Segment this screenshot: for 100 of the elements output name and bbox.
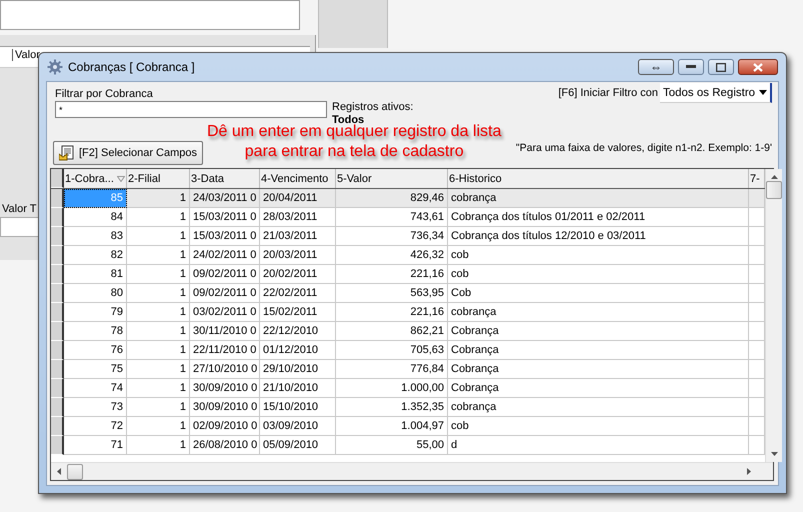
- vertical-scrollbar[interactable]: [765, 169, 782, 462]
- table-cell: 21/03/2011: [260, 227, 336, 246]
- table-cell: 29/10/2010: [260, 360, 336, 379]
- table-cell: 221,16: [336, 265, 448, 284]
- close-button[interactable]: [738, 59, 778, 75]
- table-row[interactable]: 76 1 22/11/2010 0 01/12/2010 705,63 Cobrança: [51, 341, 765, 360]
- filter-field[interactable]: *: [55, 101, 327, 118]
- table-cell: 1: [127, 436, 190, 455]
- table-cell: 1: [127, 265, 190, 284]
- table-cell: Cobrança dos títulos 12/2010 e 03/2011: [448, 227, 749, 246]
- field-label: Valor T: [2, 203, 36, 215]
- table-cell: 1: [127, 379, 190, 398]
- select-fields-button[interactable]: [F2] Selecionar Campos: [53, 141, 203, 165]
- table-cell: Cobrança: [448, 322, 749, 341]
- table-cell: 776,84: [336, 360, 448, 379]
- window-title: Cobranças [ Cobranca ]: [68, 60, 195, 74]
- table-cell: 74: [64, 379, 127, 398]
- table-cell: 55,00: [336, 436, 448, 455]
- filter-label: Filtrar por Cobranca: [55, 88, 153, 100]
- table-row[interactable]: 83 1 15/03/2011 0 21/03/2011 736,34 Cobrança dos títulos 12/2010 e 03/2011: [51, 227, 765, 246]
- column-header[interactable]: 2-Filial: [127, 169, 190, 188]
- row-header: [51, 360, 64, 379]
- table-cell: 15/03/2011 0: [190, 227, 260, 246]
- table-cell: 15/02/2011: [260, 303, 336, 322]
- table-cell: 85: [64, 189, 127, 208]
- table-row[interactable]: 73 1 30/09/2010 0 15/10/2010 1.352,35 cobrança: [51, 398, 765, 417]
- column-header[interactable]: 3-Data: [190, 169, 260, 188]
- annotation-text: para entrar na tela de cadastro: [244, 142, 465, 162]
- table-cell: 736,34: [336, 227, 448, 246]
- filter-dropdown[interactable]: Todos os Registro: [660, 83, 772, 103]
- table-cell: Cobrança: [448, 341, 749, 360]
- row-header: [51, 246, 64, 265]
- resize-button[interactable]: ⇔: [638, 59, 674, 75]
- table-row[interactable]: 81 1 09/02/2011 0 20/02/2011 221,16 cob: [51, 265, 765, 284]
- table-cell: 21/10/2010: [260, 379, 336, 398]
- table-row[interactable]: 85 1 24/03/2011 0 20/04/2011 829,46 cobrança: [51, 189, 765, 208]
- row-header: [51, 227, 64, 246]
- table-row[interactable]: 75 1 27/10/2010 0 29/10/2010 776,84 Cobrança: [51, 360, 765, 379]
- filter-hint: "Para uma faixa de valores, digite n1-n2. Exemplo: 1-9': [516, 142, 772, 154]
- table-cell: 15/03/2011 0: [190, 208, 260, 227]
- table-cell: 28/03/2011: [260, 208, 336, 227]
- table-cell: 76: [64, 341, 127, 360]
- table-cell: 829,46: [336, 189, 448, 208]
- scroll-thumb[interactable]: [766, 181, 782, 199]
- table-row[interactable]: 79 1 03/02/2011 0 15/02/2011 221,16 cobrança: [51, 303, 765, 322]
- table-cell: 15/10/2010: [260, 398, 336, 417]
- table-cell: 1: [127, 341, 190, 360]
- row-header: [51, 303, 64, 322]
- row-header: [51, 379, 64, 398]
- row-header: [51, 265, 64, 284]
- scroll-down-icon: [770, 452, 778, 456]
- annotation-text: Dê um enter em qualquer registro da lista: [207, 123, 502, 142]
- scroll-right-icon: [747, 468, 751, 475]
- scroll-thumb[interactable]: [67, 464, 83, 480]
- close-icon: [753, 62, 763, 72]
- table-cell: 82: [64, 246, 127, 265]
- panel-background: [318, 0, 388, 48]
- table-cell: 1.000,00: [336, 379, 448, 398]
- table-cell: 1: [127, 417, 190, 436]
- table-cell: 1: [127, 246, 190, 265]
- table-row[interactable]: 84 1 15/03/2011 0 28/03/2011 743,61 Cobrança dos títulos 01/2011 e 02/2011: [51, 208, 765, 227]
- table-cell: 1: [127, 360, 190, 379]
- column-header[interactable]: 5-Valor: [336, 169, 448, 188]
- table-cell: 1.004,97: [336, 417, 448, 436]
- row-header: [51, 208, 64, 227]
- table-cell: 78: [64, 322, 127, 341]
- table-cell: 01/12/2010: [260, 341, 336, 360]
- table-cell: 72: [64, 417, 127, 436]
- table-cell: 1: [127, 208, 190, 227]
- table-row[interactable]: 78 1 30/11/2010 0 22/12/2010 862,21 Cobrança: [51, 322, 765, 341]
- table-cell: 862,21: [336, 322, 448, 341]
- table-row[interactable]: 72 1 02/09/2010 0 03/09/2010 1.004,97 cob: [51, 417, 765, 436]
- table-cell: d: [448, 436, 749, 455]
- table-cell: 426,32: [336, 246, 448, 265]
- column-header[interactable]: 6-Historico: [448, 169, 749, 188]
- table-row[interactable]: 82 1 24/02/2011 0 20/03/2011 426,32 cob: [51, 246, 765, 265]
- table-cell: 1: [127, 398, 190, 417]
- table-row[interactable]: 80 1 09/02/2011 0 22/02/2011 563,95 Cob: [51, 284, 765, 303]
- table-cell: 24/03/2011 0: [190, 189, 260, 208]
- table-cell: 30/09/2010 0: [190, 379, 260, 398]
- column-header[interactable]: 4-Vencimento: [260, 169, 336, 188]
- table-row[interactable]: 71 1 26/08/2010 0 05/09/2010 55,00 d: [51, 436, 765, 455]
- table-cell: 26/08/2010 0: [190, 436, 260, 455]
- maximize-button[interactable]: [708, 59, 734, 75]
- active-records-value: Todos: [332, 114, 364, 126]
- table-cell: 22/11/2010 0: [190, 341, 260, 360]
- row-header: [51, 436, 64, 455]
- minimize-button[interactable]: [678, 59, 704, 75]
- table-cell: 09/02/2011 0: [190, 265, 260, 284]
- table-cell: 1: [127, 227, 190, 246]
- table-cell: 22/02/2011: [260, 284, 336, 303]
- table-cell: 79: [64, 303, 127, 322]
- sort-icon: [117, 176, 125, 182]
- table-cell: 71: [64, 436, 127, 455]
- table-cell: 20/03/2011: [260, 246, 336, 265]
- table-cell: 20/04/2011: [260, 189, 336, 208]
- table-cell: 73: [64, 398, 127, 417]
- horizontal-scrollbar[interactable]: [51, 462, 773, 480]
- column-header[interactable]: 1-Cobra...: [64, 169, 127, 188]
- table-row[interactable]: 74 1 30/09/2010 0 21/10/2010 1.000,00 Cobrança: [51, 379, 765, 398]
